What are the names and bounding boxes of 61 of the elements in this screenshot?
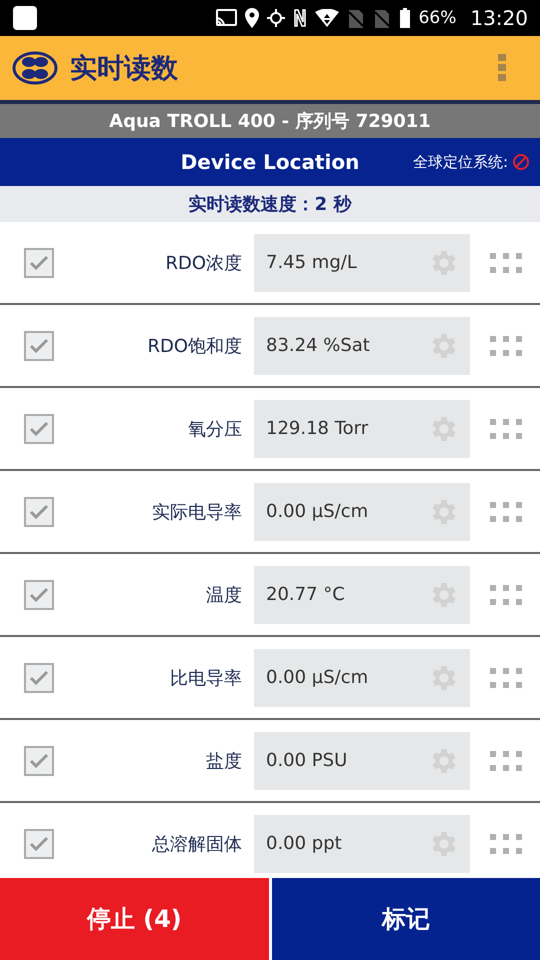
gps-icon — [266, 9, 285, 27]
check-icon — [28, 502, 50, 520]
checkbox[interactable] — [24, 496, 54, 526]
parameter-name: 比电导率 — [169, 666, 243, 690]
screen-title: 实时读数 — [70, 52, 178, 86]
checkbox[interactable] — [24, 828, 54, 858]
checkbox[interactable] — [24, 330, 54, 360]
drag-handle-icon — [490, 502, 522, 522]
reading-value: 0.00 µS/cm — [266, 501, 368, 522]
check-icon — [28, 834, 50, 852]
no-sim-icon — [346, 8, 365, 28]
mark-button[interactable]: 标记 — [272, 878, 540, 960]
drag-handle-icon — [490, 418, 522, 438]
checkbox[interactable] — [24, 248, 54, 278]
checkbox[interactable] — [24, 414, 54, 444]
speed-label: 实时读数速度：2 秒 — [188, 193, 352, 216]
location-icon — [244, 8, 259, 28]
drag-handle-icon — [490, 336, 522, 356]
reading-value: 20.77 °C — [266, 584, 345, 605]
check-icon — [28, 752, 50, 770]
parameter-name: RDO浓度 — [164, 252, 243, 274]
no-sim-icon — [372, 8, 391, 28]
check-icon — [28, 668, 50, 686]
nfc-icon — [292, 8, 307, 28]
menu-icon — [498, 54, 506, 82]
battery-level: 66% — [418, 8, 456, 28]
wifi-icon — [314, 9, 339, 27]
clock: 13:20 — [470, 6, 528, 30]
drag-handle-icon — [490, 584, 522, 604]
reading-value: 129.18 Torr — [266, 418, 368, 439]
battery-icon — [398, 8, 411, 28]
reading-value: 83.24 %Sat — [266, 335, 370, 356]
reading-value: 7.45 mg/L — [266, 252, 357, 273]
drag-handle-icon — [490, 668, 522, 688]
notification-icon — [12, 5, 38, 31]
check-icon — [28, 254, 50, 272]
parameter-name: 实际电导率 — [151, 500, 243, 524]
reading-value: 0.00 ppt — [266, 833, 342, 854]
check-icon — [28, 586, 50, 604]
parameter-name: 温度 — [205, 584, 243, 606]
parameter-name: 盐度 — [205, 750, 243, 772]
drag-handle-icon — [490, 252, 522, 272]
parameter-name: 总溶解固体 — [151, 832, 243, 856]
reading-value: 0.00 PSU — [266, 750, 348, 771]
drag-handle-icon — [490, 750, 522, 770]
check-icon — [28, 420, 50, 438]
logo-icon — [12, 51, 58, 85]
checkbox[interactable] — [24, 580, 54, 610]
section-title: Device Location — [180, 150, 360, 174]
checkbox[interactable] — [24, 662, 54, 692]
gps-label: 全球定位系统: — [412, 152, 508, 172]
device-title: Aqua TROLL 400 - 序列号 729011 — [109, 110, 431, 133]
cast-icon — [214, 9, 237, 27]
drag-handle-icon — [490, 834, 522, 854]
parameter-name: RDO饱和度 — [146, 334, 243, 358]
parameter-name: 氧分压 — [187, 418, 243, 440]
checkbox[interactable] — [24, 746, 54, 776]
unavailable-icon — [512, 153, 530, 171]
stop-button[interactable]: 停止 (4) — [0, 878, 268, 960]
reading-value: 0.00 µS/cm — [266, 667, 368, 688]
check-icon — [28, 336, 50, 354]
